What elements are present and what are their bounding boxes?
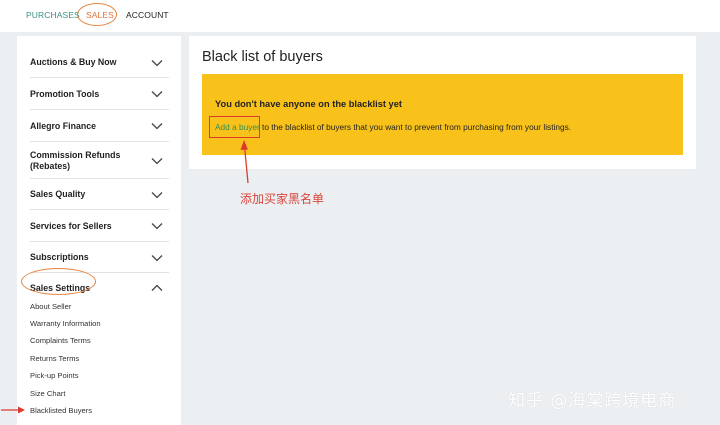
watermark: 知乎 @海棠跨境电商 <box>508 391 677 411</box>
annotation-arrows <box>1 140 249 414</box>
annotation-note: 添加买家黑名单 <box>240 192 325 206</box>
